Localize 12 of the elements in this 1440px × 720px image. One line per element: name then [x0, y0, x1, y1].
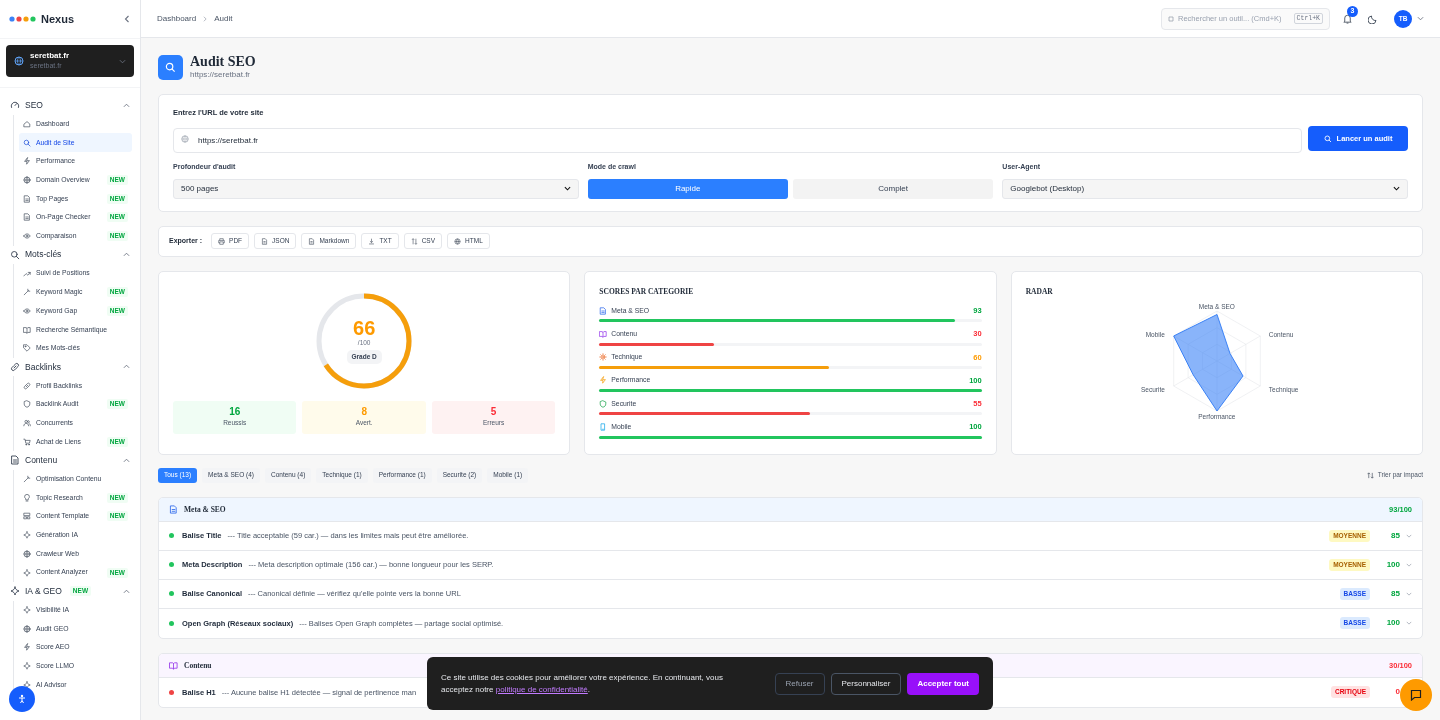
issue-score: 100 [1385, 617, 1400, 630]
brand-name: Nexus [41, 11, 75, 27]
site-name: seretbat.fr [30, 51, 70, 61]
issue-score: 100 [1385, 558, 1400, 571]
breadcrumb-item: Audit [214, 12, 233, 25]
page-subtitle: https://seretbat.fr [190, 68, 252, 81]
issue-score: 85 [1390, 587, 1400, 600]
issue-score: 85 [1390, 529, 1400, 542]
page-title: Audit SEO [190, 53, 256, 69]
score-value: 66 [353, 318, 376, 338]
issue-score: 0 [1394, 686, 1400, 699]
cookie-message: Ce site utilise des cookies pour améliorer votre expérience. En continuant, vous acceptez notre politique de confidentialité. [441, 671, 724, 696]
